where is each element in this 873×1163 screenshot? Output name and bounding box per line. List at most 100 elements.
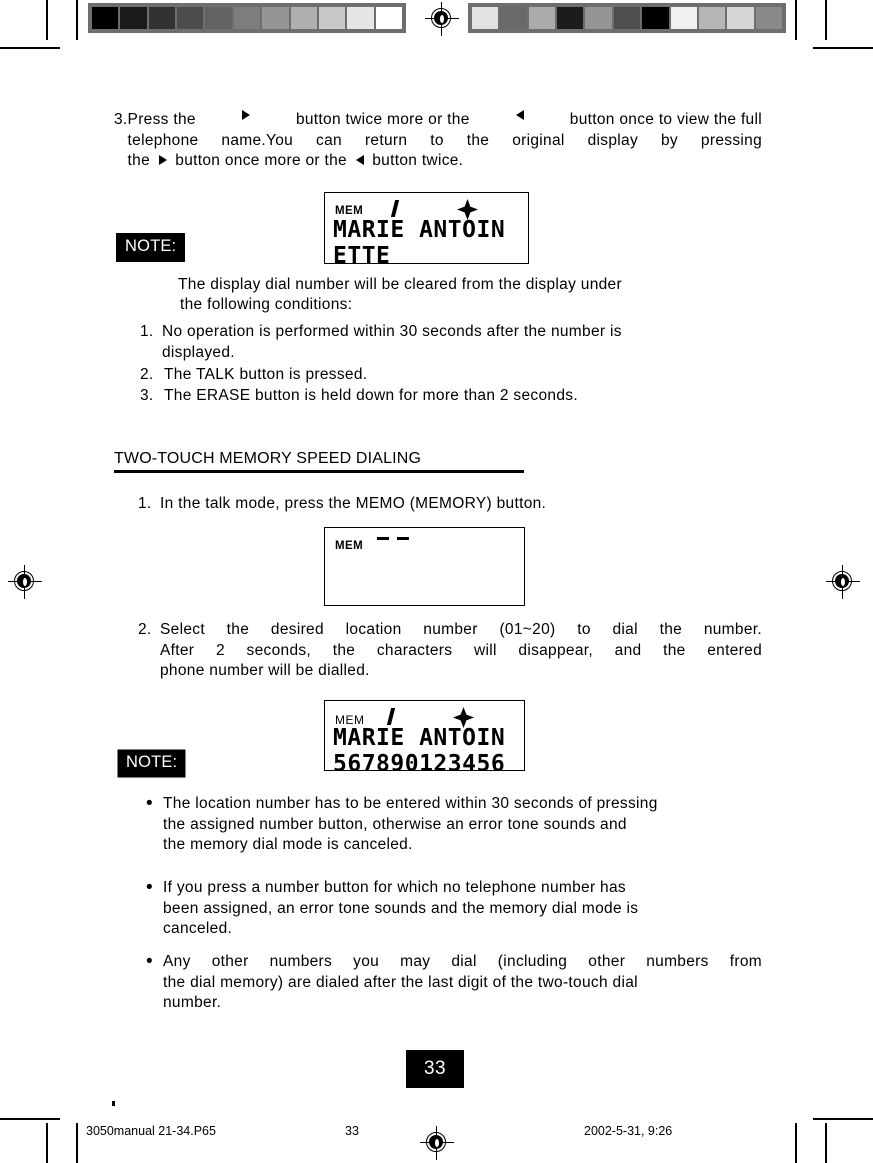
registration-mark-left	[8, 565, 42, 599]
lcd-mem-label: MEM	[335, 205, 364, 217]
note-2-bullet-2-line-1: If you press a number button for which n…	[163, 879, 626, 896]
calibration-left-patch-10	[347, 7, 374, 29]
calibration-left-patch-5	[205, 7, 232, 29]
step-2-line-2: After 2 seconds, the characters will dis…	[160, 641, 762, 659]
note-1-intro-line-2: the following conditions:	[180, 296, 353, 313]
crop-mark-top-left-inner	[46, 0, 48, 40]
step-2-paragraph: 2. Select the desired location number (0…	[138, 620, 762, 682]
calibration-left-patch-6	[233, 7, 261, 29]
step-1-paragraph: 1. In the talk mode, press the MEMO (MEM…	[138, 494, 762, 515]
step-3-line-1-part-c: button once to view the full	[569, 111, 762, 128]
note-1-condition-3: 3. The ERASE button is held down for mor…	[140, 386, 762, 407]
footer-timestamp: 2002-5-31, 9:26	[584, 1124, 673, 1138]
bullet-marker-icon: •	[146, 793, 153, 814]
calibration-right-patch-11	[755, 7, 782, 29]
crop-mark-left-top-horizontal	[0, 47, 60, 49]
calibration-right-patch-9	[698, 7, 726, 29]
bullet-marker-icon: •	[146, 951, 153, 972]
calibration-left-patch-8	[290, 7, 317, 29]
calibration-left-patch-3	[148, 7, 176, 29]
two-dashes-icon	[377, 537, 417, 551]
slash-indicator-icon	[386, 708, 395, 725]
scanned-manual-page: 3. Press the button twice more or the bu…	[0, 0, 873, 1163]
calibration-right-patch-5	[585, 7, 612, 29]
calibration-right-patch-7	[642, 7, 669, 29]
page-number-tab: 33	[406, 1050, 464, 1088]
note-2-bullet-3-line-1: Any other numbers you may dial (includin…	[163, 953, 762, 970]
crop-mark-bottom-left-inner	[46, 1123, 48, 1163]
note-2-bullet-2: • If you press a number button for which…	[146, 877, 762, 940]
lcd-display-full-name: MEM MARIE ANTOIN ETTE	[324, 192, 529, 264]
crop-mark-left-bottom-horizontal	[0, 1118, 60, 1120]
note-1-condition-1: 1. No operation is performed within 30 s…	[140, 322, 762, 363]
crop-mark-right-top-horizontal	[813, 47, 873, 49]
note-2-bullet-2-line-3: canceled.	[163, 920, 233, 938]
note-badge-1: NOTE:	[116, 233, 186, 262]
step-3-line-2: telephone name.You can return to the ori…	[128, 131, 762, 152]
note-2-bullet-3: • Any other numbers you may dial (includ…	[146, 951, 762, 1014]
crop-mark-top-left-outer	[76, 0, 78, 40]
step-3-line-1: Press the button twice more or the butto…	[128, 110, 762, 131]
note-2-bullet-1-line-3: the memory dial mode is canceled.	[163, 836, 413, 854]
calibration-left-patch-11	[375, 7, 402, 29]
footer-page-number: 33	[345, 1124, 359, 1138]
note-2-bullet-1: • The location number has to be entered …	[146, 793, 762, 856]
calibration-left-patch-2	[120, 7, 147, 29]
note-1-condition-2-line-1: The TALK button is pressed.	[164, 366, 368, 383]
note-2-bullet-1-line-1: The location number has to be entered wi…	[163, 795, 658, 812]
crop-mark-bottom-right-outer	[795, 1123, 797, 1163]
footer-filename: 3050manual 21-34.P65	[86, 1124, 216, 1138]
registration-mark-top	[425, 2, 459, 36]
note-1-condition-3-number: 3.	[140, 387, 154, 404]
crop-mark-top-right-outer	[795, 0, 797, 40]
note-1-condition-1-line-1: No operation is performed within 30 seco…	[162, 323, 622, 340]
step-3-line-3-part-a: the	[127, 152, 151, 170]
grayscale-calibration-strip-left	[88, 3, 406, 33]
lcd-text-line-1: MARIE ANTOIN	[333, 217, 524, 243]
step-2-number: 2.	[138, 621, 152, 638]
note-2-bullet-3-line-3: number.	[163, 994, 222, 1012]
step-3-line-3-part-b: button once more or the	[175, 152, 347, 170]
step-3-paragraph: 3. Press the button twice more or the bu…	[114, 110, 762, 172]
note-badge-2: NOTE:	[116, 748, 188, 779]
calibration-left-patch-9	[318, 7, 346, 29]
section-heading: TWO-TOUCH MEMORY SPEED DIALING	[114, 450, 422, 467]
lcd-text-line-1: MARIE ANTOIN	[333, 725, 520, 751]
calibration-right-patch-6	[613, 7, 641, 29]
registration-mark-bottom	[420, 1126, 454, 1160]
note-1-condition-2-number: 2.	[140, 366, 154, 383]
bullet-marker-icon: •	[146, 877, 153, 898]
note-1-condition-1-line-2: displayed.	[162, 343, 235, 361]
step-3-line-1-part-b: button twice more or the	[295, 111, 470, 128]
registration-mark-right	[826, 565, 860, 599]
note-1-intro-line-1: The display dial number will be cleared …	[178, 276, 622, 293]
note-2-bullet-3-line-2: the dial memory) are dialed after the la…	[163, 973, 638, 991]
crop-mark-bottom-right-inner	[825, 1123, 827, 1163]
crop-mark-right-bottom-horizontal	[813, 1118, 873, 1120]
calibration-right-patch-8	[670, 7, 697, 29]
calibration-right-patch-10	[727, 7, 754, 29]
section-heading-underline	[114, 470, 524, 473]
note-2-bullet-2-line-2: been assigned, an error tone sounds and …	[163, 899, 639, 917]
calibration-right-patch-4	[557, 7, 584, 29]
crop-mark-top-right-inner	[825, 0, 827, 40]
crop-mark-bottom-left-outer	[76, 1123, 78, 1163]
calibration-left-patch-1	[92, 7, 119, 29]
slash-indicator-icon	[390, 200, 399, 217]
calibration-right-patch-2	[500, 7, 527, 29]
lcd-indicator-row: MEM	[335, 535, 516, 555]
stray-ink-dot	[112, 1101, 115, 1106]
left-arrow-icon	[515, 110, 524, 120]
calibration-right-patch-1	[472, 7, 499, 29]
step-2-line-1: Select the desired location number (01~2…	[160, 621, 762, 638]
step-3-line-3: the button once more or the button twice…	[128, 151, 762, 172]
calibration-left-patch-7	[262, 7, 289, 29]
note-1-condition-2: 2. The TALK button is pressed.	[140, 365, 762, 386]
step-3-line-2-text: telephone name.You can return to the ori…	[127, 131, 762, 149]
lcd-text-line-2: ETTE	[333, 243, 524, 263]
left-arrow-icon	[355, 154, 364, 165]
right-arrow-icon	[241, 110, 250, 120]
note-1-condition-1-number: 1.	[140, 323, 154, 340]
lcd-display-empty-memory: MEM	[324, 527, 525, 606]
step-3-line-3-part-c: button twice.	[372, 152, 464, 170]
